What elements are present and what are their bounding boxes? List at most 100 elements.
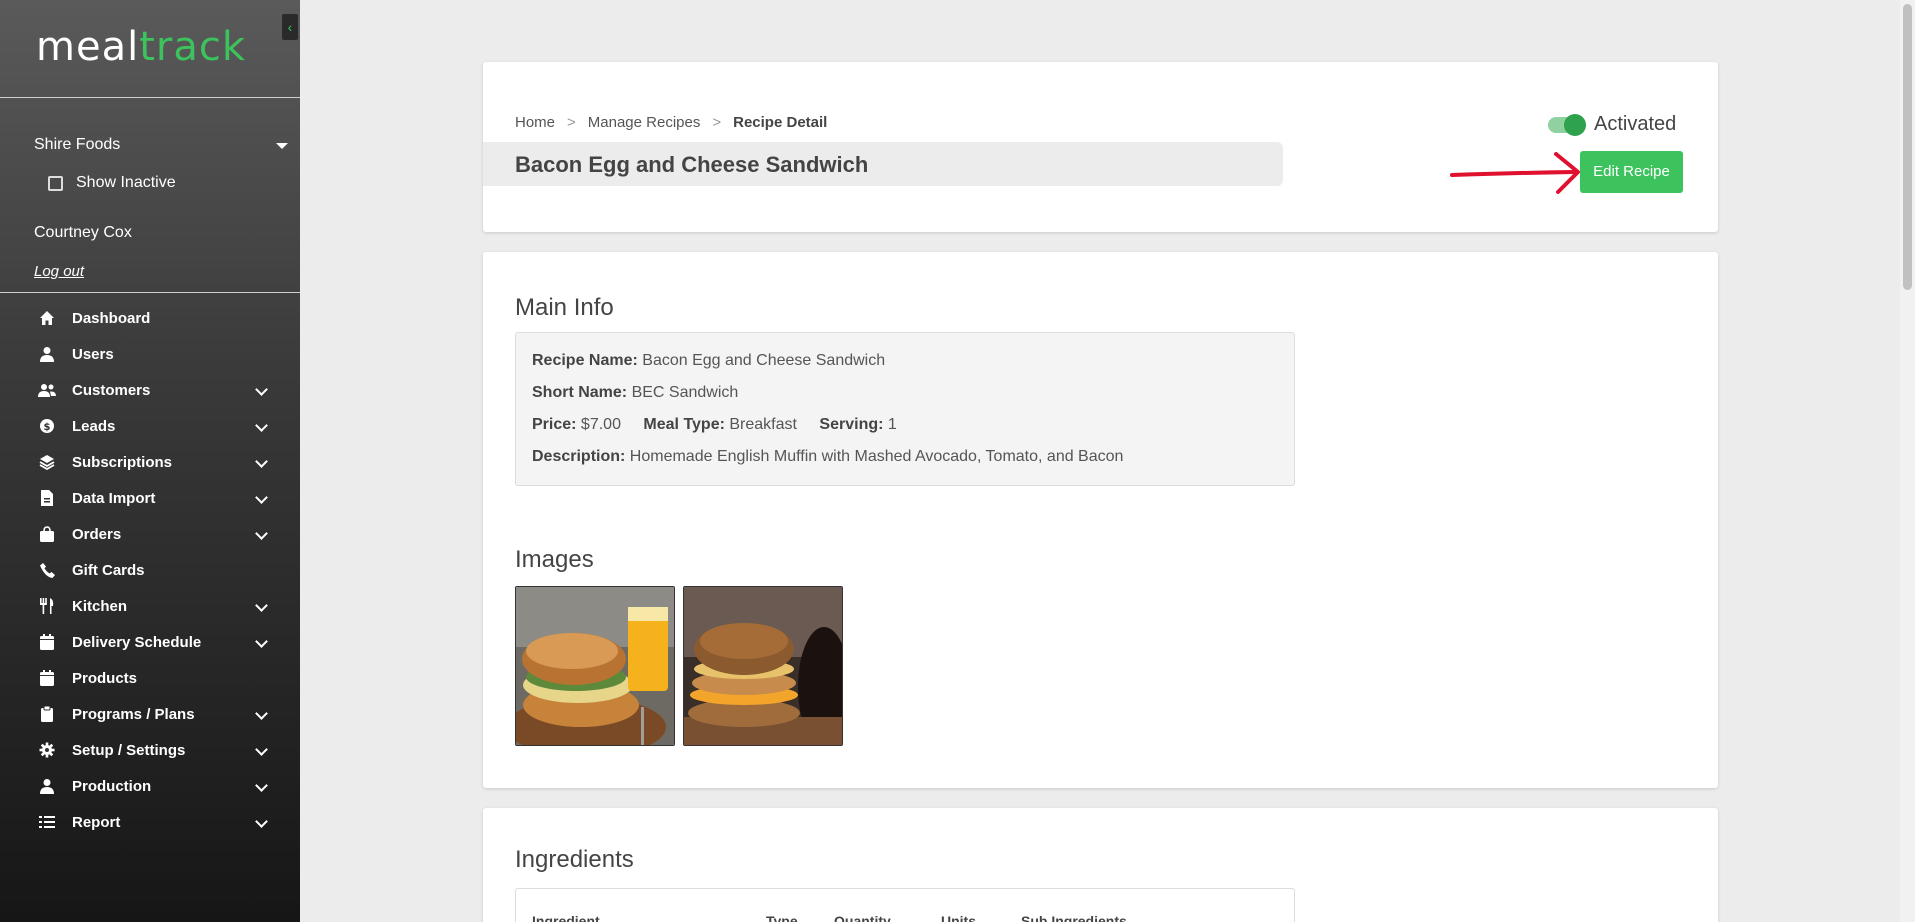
description-label: Description: <box>532 448 626 465</box>
home-icon <box>38 309 56 327</box>
recipe-name-line: Recipe Name: Bacon Egg and Cheese Sandwi… <box>532 352 885 370</box>
sidebar-item-label: Programs / Plans <box>72 705 195 723</box>
logo-meal: meal <box>36 24 140 70</box>
toggle-knob <box>1564 113 1586 136</box>
users-icon <box>38 381 56 399</box>
sidebar-item-report[interactable]: Report <box>0 804 300 840</box>
sidebar-item-customers[interactable]: Customers <box>0 372 300 408</box>
edit-recipe-button[interactable]: Edit Recipe <box>1580 151 1683 193</box>
sidebar-item-leads[interactable]: $ Leads <box>0 408 300 444</box>
divider <box>0 97 300 98</box>
sidebar-item-label: Users <box>72 345 114 363</box>
column-header: Ingredient <box>532 913 600 922</box>
sidebar-item-label: Customers <box>72 381 151 399</box>
page-title: Bacon Egg and Cheese Sandwich <box>515 152 869 177</box>
breadcrumb: Home > Manage Recipes > Recipe Detail <box>515 114 827 131</box>
recipe-image-2[interactable] <box>683 586 843 746</box>
column-header: Quantity <box>834 913 891 922</box>
logo-track: track <box>139 24 246 70</box>
collapse-sidebar-button[interactable]: ‹ <box>282 14 298 40</box>
sidebar-item-delivery-schedule[interactable]: Delivery Schedule <box>0 624 300 660</box>
ingredients-heading: Ingredients <box>515 846 634 873</box>
sidebar-item-orders[interactable]: Orders <box>0 516 300 552</box>
recipe-name-label: Recipe Name: <box>532 352 638 369</box>
toggle-switch[interactable] <box>1548 113 1586 136</box>
chevron-down-icon <box>255 527 268 540</box>
scrollbar-thumb[interactable] <box>1903 4 1912 290</box>
layers-icon <box>38 453 56 471</box>
clipboard-icon <box>38 705 56 723</box>
breadcrumb-separator: > <box>712 114 722 131</box>
sidebar-item-users[interactable]: Users <box>0 336 300 372</box>
logout-link[interactable]: Log out <box>34 263 84 280</box>
column-header: Type <box>766 913 798 922</box>
breadcrumb-home[interactable]: Home <box>515 114 555 131</box>
sidebar-item-products[interactable]: Products <box>0 660 300 696</box>
chevron-down-icon <box>255 707 268 720</box>
ingredients-card: Ingredients Ingredient Type Quantity Uni… <box>483 808 1718 922</box>
chevron-down-icon <box>255 635 268 648</box>
sidebar-item-dashboard[interactable]: Dashboard <box>0 300 300 336</box>
sidebar: ‹ mealtrack Shire Foods Show Inactive Co… <box>0 0 300 922</box>
user-name: Courtney Cox <box>34 224 132 241</box>
list-icon <box>38 813 56 831</box>
main-info-heading: Main Info <box>515 294 614 321</box>
price-line: Price: $7.00 Meal Type: Breakfast Servin… <box>532 416 897 434</box>
annotation-arrow-icon <box>1450 152 1580 194</box>
sidebar-item-setup-settings[interactable]: Setup / Settings <box>0 732 300 768</box>
activated-toggle[interactable]: Activated <box>1548 113 1676 136</box>
price-label: Price: <box>532 416 577 433</box>
sidebar-item-label: Subscriptions <box>72 453 173 471</box>
sidebar-item-subscriptions[interactable]: Subscriptions <box>0 444 300 480</box>
meal-type-label: Meal Type: <box>643 416 725 433</box>
short-name-line: Short Name: BEC Sandwich <box>532 384 738 402</box>
breadcrumb-separator: > <box>567 114 576 131</box>
sidebar-item-label: Delivery Schedule <box>72 633 202 651</box>
sidebar-item-production[interactable]: Production <box>0 768 300 804</box>
checkbox-icon[interactable] <box>48 175 63 191</box>
serving-value: 1 <box>887 416 897 433</box>
chevron-down-icon <box>255 779 268 792</box>
logo: mealtrack <box>36 24 246 70</box>
recipe-name-value: Bacon Egg and Cheese Sandwich <box>642 352 886 369</box>
dollar-icon: $ <box>38 417 56 435</box>
sidebar-item-gift-cards[interactable]: Gift Cards <box>0 552 300 588</box>
sidebar-item-label: Kitchen <box>72 597 128 615</box>
page-scrollbar[interactable] <box>1900 0 1915 922</box>
caret-down-icon <box>276 143 288 149</box>
short-name-value: BEC Sandwich <box>631 384 739 401</box>
calendar-icon <box>38 633 56 651</box>
price-value: $7.00 <box>580 416 621 433</box>
toggle-label: Activated <box>1594 113 1677 135</box>
meal-type-value: Breakfast <box>729 416 797 433</box>
chevron-down-icon <box>255 743 268 756</box>
sidebar-item-label: Data Import <box>72 489 156 507</box>
sidebar-item-label: Leads <box>72 417 116 435</box>
calendar-icon <box>38 669 56 687</box>
sidebar-item-label: Gift Cards <box>72 561 145 579</box>
user-icon <box>38 345 56 363</box>
description-value: Homemade English Muffin with Mashed Avoc… <box>629 448 1124 465</box>
short-name-label: Short Name: <box>532 384 628 401</box>
serving-label: Serving: <box>819 416 884 433</box>
company-select[interactable]: Shire Foods <box>34 136 292 154</box>
images-heading: Images <box>515 546 594 573</box>
column-header: Sub Ingredients <box>1021 913 1127 922</box>
utensils-icon <box>38 597 56 615</box>
breadcrumb-manage-recipes[interactable]: Manage Recipes <box>588 114 701 131</box>
chevron-down-icon <box>255 815 268 828</box>
sidebar-item-programs-plans[interactable]: Programs / Plans <box>0 696 300 732</box>
main-info-card: Main Info Recipe Name: Bacon Egg and Che… <box>483 252 1718 788</box>
chevron-down-icon <box>255 383 268 396</box>
divider <box>0 292 300 293</box>
sidebar-item-label: Report <box>72 813 121 831</box>
phone-icon <box>38 561 56 579</box>
sidebar-item-data-import[interactable]: Data Import <box>0 480 300 516</box>
column-header: Units <box>941 913 976 922</box>
sidebar-item-kitchen[interactable]: Kitchen <box>0 588 300 624</box>
sidebar-item-label: Production <box>72 777 152 795</box>
bag-icon <box>38 525 56 543</box>
show-inactive-checkbox[interactable]: Show Inactive <box>48 174 176 192</box>
sidebar-item-label: Orders <box>72 525 122 543</box>
recipe-image-1[interactable] <box>515 586 675 746</box>
